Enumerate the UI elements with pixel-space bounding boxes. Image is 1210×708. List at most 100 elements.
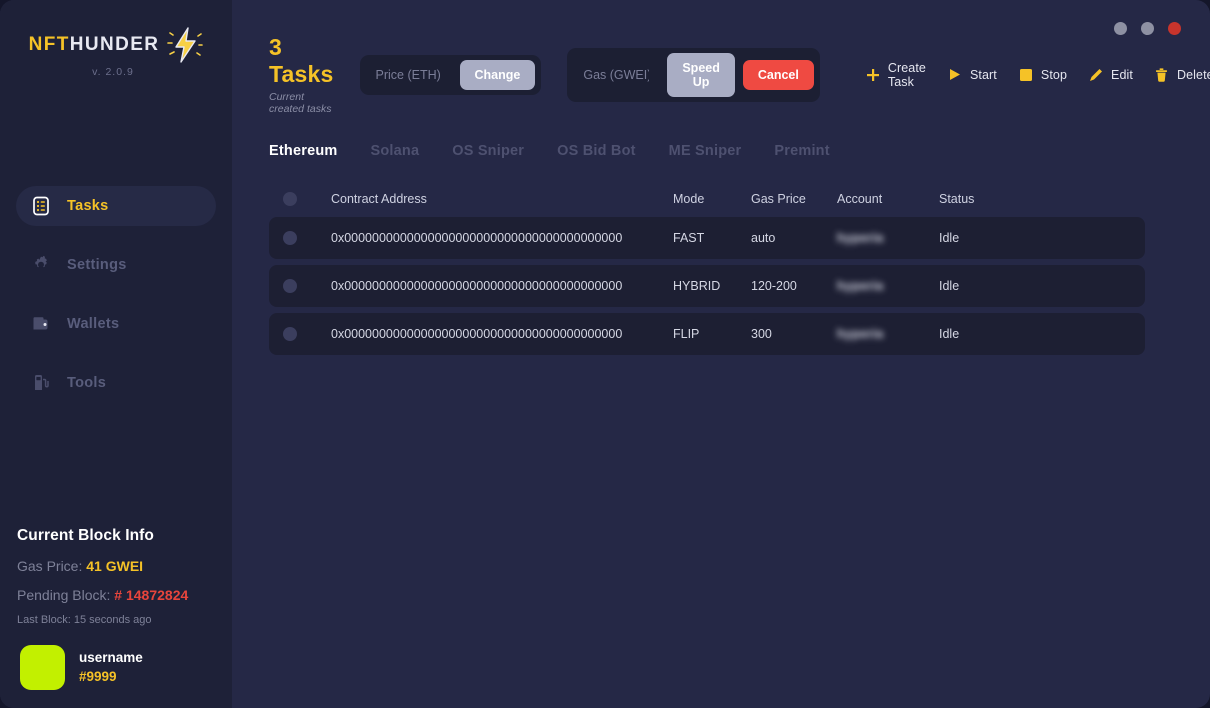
create-task-button[interactable]: Create Task (866, 61, 926, 89)
cell-account: hyperia (837, 231, 939, 245)
column-header-address: Contract Address (331, 192, 673, 206)
column-header-mode: Mode (673, 192, 751, 206)
cell-account: hyperia (837, 327, 939, 341)
row-select-cell (283, 231, 331, 245)
start-button[interactable]: Start (948, 68, 997, 82)
cell-mode: HYBRID (673, 279, 751, 293)
sidebar-item-label: Tasks (67, 198, 109, 214)
maximize-button[interactable] (1141, 22, 1154, 35)
action-label: Stop (1041, 68, 1067, 82)
play-icon (948, 68, 962, 82)
table-row[interactable]: 0x00000000000000000000000000000000000000… (269, 313, 1145, 355)
cell-account: hyperia (837, 279, 939, 293)
minimize-button[interactable] (1114, 22, 1127, 35)
toolbar-actions: Create Task Start Stop (866, 61, 1210, 89)
sidebar-item-tasks[interactable]: Tasks (16, 186, 216, 226)
edit-button[interactable]: Edit (1089, 68, 1133, 82)
tab-solana[interactable]: Solana (370, 143, 419, 159)
tab-os-sniper[interactable]: OS Sniper (452, 143, 524, 159)
plus-icon (866, 68, 880, 82)
close-button[interactable] (1168, 22, 1181, 35)
list-icon (30, 196, 51, 217)
column-header-gas: Gas Price (751, 192, 837, 206)
cell-gas: 300 (751, 327, 837, 341)
price-control-group: Change (360, 55, 542, 95)
avatar (20, 645, 65, 690)
wallet-icon (30, 314, 51, 335)
gas-price-row: Gas Price: 41 GWEI (17, 558, 222, 574)
cell-status: Idle (939, 279, 1029, 293)
tab-ethereum[interactable]: Ethereum (269, 143, 337, 159)
pending-block-row: Pending Block: # 14872824 (17, 587, 222, 603)
app-version: v. 2.0.9 (92, 66, 134, 78)
change-button[interactable]: Change (460, 60, 536, 90)
cell-gas: 120-200 (751, 279, 837, 293)
gear-icon (30, 255, 51, 276)
sidebar-item-wallets[interactable]: Wallets (16, 304, 216, 344)
cell-gas: auto (751, 231, 837, 245)
select-all-cell (283, 192, 331, 206)
logo-text-secondary: HUNDER (70, 34, 160, 56)
select-all-checkbox[interactable] (283, 192, 297, 206)
gas-price-label: Gas Price: (17, 558, 82, 574)
chain-tabs: Ethereum Solana OS Sniper OS Bid Bot ME … (232, 115, 1210, 159)
tab-premint[interactable]: Premint (774, 143, 829, 159)
row-select-cell (283, 279, 331, 293)
table-header: Contract Address Mode Gas Price Account … (269, 181, 1145, 217)
block-info-title: Current Block Info (17, 527, 222, 545)
user-tag: #9999 (79, 668, 143, 686)
sidebar-item-tools[interactable]: Tools (16, 363, 216, 403)
app-window: NFT HUNDER (0, 0, 1210, 708)
window-controls (1114, 22, 1181, 35)
tasks-subtitle: Current created tasks (269, 91, 334, 115)
main-content: 3 Tasks Current created tasks Change Spe… (232, 0, 1210, 708)
cell-status: Idle (939, 327, 1029, 341)
gas-price-value: 41 GWEI (86, 558, 143, 574)
action-label: Create Task (888, 61, 926, 89)
gas-control-group: Speed Up Cancel (567, 48, 820, 102)
sidebar-item-settings[interactable]: Settings (16, 245, 216, 285)
tab-me-sniper[interactable]: ME Sniper (669, 143, 742, 159)
action-label: Delete (1177, 68, 1210, 82)
last-block-text: Last Block: 15 seconds ago (17, 614, 222, 626)
tasks-summary: 3 Tasks Current created tasks (269, 34, 334, 115)
row-checkbox[interactable] (283, 327, 297, 341)
sidebar-item-label: Wallets (67, 316, 119, 332)
row-checkbox[interactable] (283, 279, 297, 293)
cell-mode: FAST (673, 231, 751, 245)
logo-text-primary: NFT (29, 34, 70, 56)
table-row[interactable]: 0x00000000000000000000000000000000000000… (269, 217, 1145, 259)
pending-block-label: Pending Block: (17, 587, 110, 603)
user-name: username (79, 649, 143, 667)
app-logo: NFT HUNDER (0, 0, 232, 78)
user-profile[interactable]: username #9999 (20, 645, 143, 690)
cell-address: 0x00000000000000000000000000000000000000… (331, 279, 673, 293)
delete-button[interactable]: Delete (1155, 68, 1210, 82)
pending-block-value: # 14872824 (114, 587, 188, 603)
lightning-bolt-icon (167, 26, 203, 64)
sidebar: NFT HUNDER (0, 0, 232, 708)
tasks-count: 3 Tasks (269, 34, 334, 88)
tab-os-bid-bot[interactable]: OS Bid Bot (557, 143, 636, 159)
action-label: Start (970, 68, 997, 82)
trash-icon (1155, 68, 1169, 82)
row-checkbox[interactable] (283, 231, 297, 245)
speed-up-button[interactable]: Speed Up (667, 53, 735, 97)
price-input[interactable] (366, 61, 452, 89)
tasks-table: Contract Address Mode Gas Price Account … (269, 181, 1145, 355)
action-label: Edit (1111, 68, 1133, 82)
sidebar-nav: Tasks Settings (0, 186, 232, 403)
cell-status: Idle (939, 231, 1029, 245)
row-select-cell (283, 327, 331, 341)
gas-pump-icon (30, 373, 51, 394)
block-info-panel: Current Block Info Gas Price: 41 GWEI Pe… (17, 527, 222, 626)
toolbar: 3 Tasks Current created tasks Change Spe… (232, 0, 1210, 115)
sidebar-item-label: Tools (67, 375, 106, 391)
pencil-icon (1089, 68, 1103, 82)
stop-square-icon (1019, 68, 1033, 82)
table-row[interactable]: 0x00000000000000000000000000000000000000… (269, 265, 1145, 307)
gas-input[interactable] (573, 61, 659, 89)
stop-button[interactable]: Stop (1019, 68, 1067, 82)
cancel-button[interactable]: Cancel (743, 60, 814, 90)
cell-address: 0x00000000000000000000000000000000000000… (331, 231, 673, 245)
